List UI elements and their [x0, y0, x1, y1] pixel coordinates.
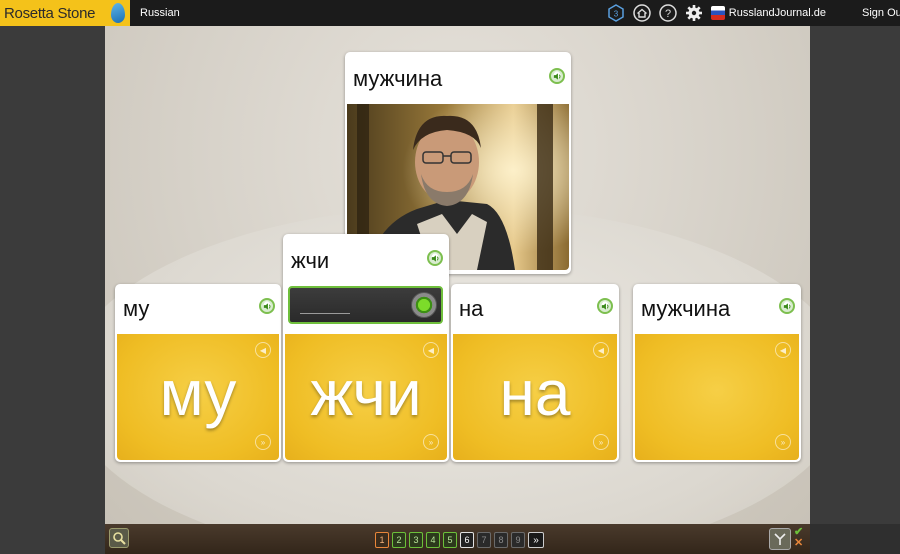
mic-icon[interactable] — [411, 292, 437, 318]
slow-speaker-icon[interactable]: ◀ — [775, 342, 791, 358]
syllable-card-2[interactable]: жчи жчи ◀ » — [283, 234, 449, 462]
syllable-card-speaker-button[interactable] — [779, 298, 795, 314]
home-button[interactable] — [633, 4, 651, 22]
syllable-big-label: му — [159, 357, 237, 429]
pager-item-6[interactable]: 6 — [460, 532, 474, 548]
incorrect-mark-icon: ✕ — [794, 537, 804, 549]
score-badge-icon — [774, 533, 786, 545]
screen-pager: 1 2 3 4 5 6 7 8 9 » — [375, 532, 544, 548]
speaker-icon — [783, 302, 790, 310]
pager-item-1[interactable]: 1 — [375, 532, 389, 548]
fast-forward-icon[interactable]: » — [593, 434, 609, 450]
pager-item-8[interactable]: 8 — [494, 532, 508, 548]
syllable-card-yellow-panel: на ◀ » — [453, 334, 617, 460]
fast-forward-icon[interactable]: » — [423, 434, 439, 450]
lesson-stage: му жчи на му му ◀ » жчи жчи ◀ » на на ◀ » … — [105, 26, 810, 524]
account-link[interactable]: RusslandJournal.de — [710, 6, 826, 20]
speech-answer-field[interactable] — [288, 286, 443, 324]
syllable-card-word: му — [123, 296, 150, 321]
pager-item-2[interactable]: 2 — [392, 532, 406, 548]
account-name: RusslandJournal.de — [728, 7, 826, 19]
magnifier-icon — [113, 532, 126, 545]
slow-speaker-icon[interactable]: ◀ — [255, 342, 271, 358]
level-badge-button[interactable]: 3 — [607, 4, 625, 22]
answer-underline — [300, 313, 350, 314]
speaker-icon — [553, 72, 560, 80]
pager-item-4[interactable]: 4 — [426, 532, 440, 548]
bottom-bar: 1 2 3 4 5 6 7 8 9 » ✔ ✕ — [105, 524, 810, 554]
syllable-card-4[interactable]: мужчина ◀ » — [633, 284, 801, 462]
syllable-card-speaker-button[interactable] — [597, 298, 613, 314]
slow-speaker-icon[interactable]: ◀ — [593, 342, 609, 358]
course-language: Russian — [140, 7, 180, 19]
sign-out-link[interactable]: Sign Out — [862, 7, 900, 19]
gear-icon — [685, 5, 702, 21]
account-flag-icon — [710, 6, 725, 20]
top-bar: Rosetta Stone Russian 3 ? RusslandJourna… — [0, 0, 900, 26]
syllable-card-word: жчи — [291, 248, 330, 273]
home-icon — [633, 4, 651, 22]
level-badge-icon: 3 — [608, 4, 624, 22]
syllable-card-3[interactable]: на на ◀ » — [451, 284, 619, 462]
syllable-card-yellow-panel: ◀ » — [635, 334, 799, 460]
help-button[interactable]: ? — [659, 4, 677, 22]
syllable-card-word: на — [459, 296, 484, 321]
pager-item-3[interactable]: 3 — [409, 532, 423, 548]
rosetta-stone-logo: Rosetta Stone — [0, 0, 130, 26]
syllable-card-1[interactable]: му му ◀ » — [115, 284, 281, 462]
prompt-speaker-button[interactable] — [549, 68, 565, 84]
pager-item-9[interactable]: 9 — [511, 532, 525, 548]
pager-item-7[interactable]: 7 — [477, 532, 491, 548]
top-right-toolbar: 3 ? RusslandJournal.de Sign Ou — [607, 0, 900, 26]
prompt-word: мужчина — [353, 66, 443, 91]
syllable-card-yellow-panel: му ◀ » — [117, 334, 279, 460]
brand-name: Rosetta Stone — [4, 4, 96, 22]
right-margin — [810, 26, 900, 554]
fast-forward-icon[interactable]: » — [255, 434, 271, 450]
speaker-icon — [601, 302, 608, 310]
svg-text:?: ? — [665, 8, 671, 20]
brand-drop-icon — [111, 3, 125, 23]
pager-item-5[interactable]: 5 — [443, 532, 457, 548]
speaker-icon — [263, 302, 270, 310]
next-button[interactable]: » — [528, 532, 544, 548]
settings-button[interactable] — [685, 4, 703, 22]
magnifier-button[interactable] — [109, 528, 129, 548]
left-margin — [0, 26, 105, 554]
syllable-card-yellow-panel: жчи ◀ » — [285, 334, 447, 460]
syllable-big-label: жчи — [310, 357, 422, 429]
fast-forward-icon[interactable]: » — [775, 434, 791, 450]
score-badge[interactable] — [769, 528, 791, 550]
syllable-big-label: на — [499, 357, 571, 429]
syllable-card-word: мужчина — [641, 296, 731, 321]
syllable-card-speaker-button[interactable] — [259, 298, 275, 314]
help-icon: ? — [659, 4, 677, 22]
slow-speaker-icon[interactable]: ◀ — [423, 342, 439, 358]
bottom-bar-extension — [810, 524, 900, 554]
speaker-icon — [431, 254, 438, 262]
svg-text:3: 3 — [614, 10, 619, 19]
syllable-card-speaker-button[interactable] — [427, 250, 443, 266]
result-marks: ✔ ✕ — [794, 527, 808, 549]
